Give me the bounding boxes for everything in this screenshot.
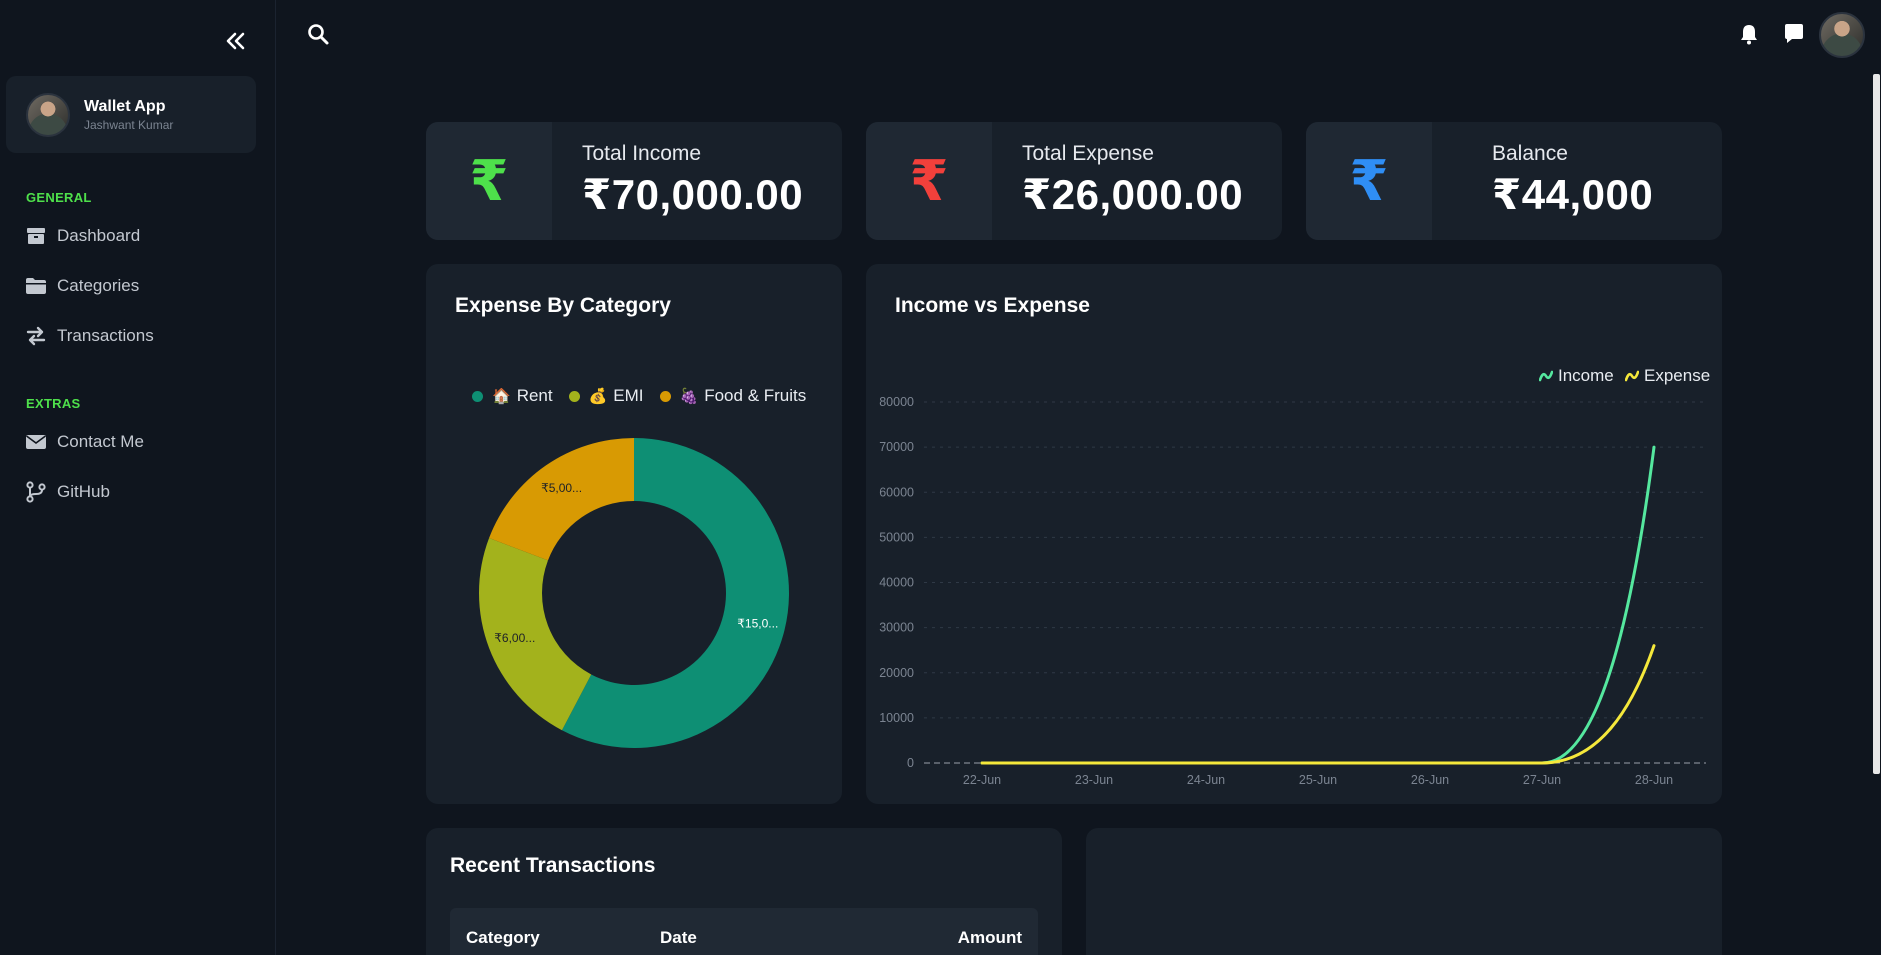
- stat-value: ₹26,000.00: [1022, 171, 1244, 218]
- user-name: Jashwant Kumar: [84, 117, 174, 132]
- rupee-icon: ₹: [1306, 122, 1432, 240]
- chat-icon[interactable]: [1782, 22, 1806, 46]
- rupee-symbol: ₹: [469, 149, 509, 212]
- donut-chart: ₹15,0... ₹6,00... ₹5,00...: [479, 438, 789, 748]
- legend-item-food[interactable]: 🍇 Food & Fruits: [659, 386, 807, 406]
- table-header: Category Date Amount: [450, 908, 1038, 955]
- legend-marker: [472, 390, 483, 402]
- sidebar-item-github[interactable]: GitHub: [24, 477, 110, 507]
- x-tick-label: 22-Jun: [963, 773, 1001, 787]
- swap-arrows-icon: [24, 325, 48, 347]
- x-tick-label: 27-Jun: [1523, 773, 1561, 787]
- app-name: Wallet App: [84, 97, 166, 115]
- collapse-sidebar-icon[interactable]: [222, 27, 250, 55]
- legend-label: EMI: [613, 386, 644, 405]
- folder-icon: [24, 275, 48, 297]
- avatar: [26, 92, 70, 137]
- stat-label: Total Expense: [1022, 142, 1154, 165]
- legend-marker: [659, 390, 671, 402]
- sidebar: Wallet App Jashwant Kumar GENERAL Dashbo…: [0, 0, 276, 955]
- pie-slice-label: ₹15,0...: [737, 617, 778, 631]
- legend-label: Food & Fruits: [704, 386, 807, 405]
- sidebar-item-categories[interactable]: Categories: [24, 271, 139, 301]
- panel-title: Recent Transactions: [450, 854, 656, 877]
- money-bag-icon: 💰: [588, 388, 608, 405]
- stat-label: Balance: [1492, 142, 1568, 165]
- rupee-symbol: ₹: [909, 149, 949, 212]
- y-tick-label: 60000: [879, 485, 914, 499]
- envelope-icon: [24, 431, 48, 453]
- sidebar-item-dashboard[interactable]: Dashboard: [24, 221, 140, 251]
- empty-panel: [1086, 828, 1722, 955]
- line-series-income[interactable]: [980, 445, 1656, 765]
- line-series-expense[interactable]: [980, 644, 1656, 765]
- sidebar-item-transactions[interactable]: Transactions: [24, 321, 154, 351]
- legend-label: Rent: [516, 386, 553, 405]
- x-tick-label: 24-Jun: [1187, 773, 1225, 787]
- x-tick-label: 28-Jun: [1635, 773, 1673, 787]
- column-header-date[interactable]: Date: [660, 928, 697, 948]
- x-tick-label: 25-Jun: [1299, 773, 1337, 787]
- x-tick-label: 26-Jun: [1411, 773, 1449, 787]
- sidebar-item-label: Categories: [57, 276, 140, 295]
- stat-card-expense: ₹ Total Expense ₹26,000.00: [866, 122, 1282, 240]
- box-icon: [24, 225, 48, 247]
- scrollbar-thumb[interactable]: [1873, 74, 1880, 774]
- code-branch-icon: [24, 481, 48, 503]
- y-tick-label: 10000: [879, 711, 914, 725]
- column-header-amount[interactable]: Amount: [958, 928, 1022, 948]
- y-tick-label: 50000: [879, 530, 914, 544]
- sidebar-item-label: Dashboard: [57, 226, 141, 245]
- x-tick-label: 23-Jun: [1075, 773, 1113, 787]
- profile-card[interactable]: Wallet App Jashwant Kumar: [6, 76, 256, 153]
- search-icon[interactable]: [306, 22, 332, 48]
- legend-item-rent[interactable]: 🏠 Rent: [472, 386, 553, 406]
- user-avatar[interactable]: [1819, 12, 1865, 58]
- section-label-extras: EXTRAS: [26, 396, 81, 411]
- y-tick-label: 0: [907, 756, 914, 770]
- house-icon: 🏠: [492, 388, 511, 405]
- grapes-icon: 🍇: [679, 388, 699, 405]
- panel-title: Expense By Category: [455, 294, 671, 317]
- stat-value: ₹44,000: [1492, 171, 1654, 218]
- rupee-icon: ₹: [426, 122, 552, 240]
- column-header-category[interactable]: Category: [466, 928, 540, 948]
- y-tick-label: 70000: [879, 440, 914, 454]
- stat-card-income: ₹ Total Income ₹70,000.00: [426, 122, 842, 240]
- sidebar-item-label: Contact Me: [57, 432, 144, 451]
- line-chart: 0 10000 20000 30000 40000 50000 60000 70000 8000…: [879, 395, 1706, 787]
- rupee-symbol: ₹: [1349, 149, 1389, 212]
- legend-marker: [568, 390, 580, 402]
- stat-label: Total Income: [582, 142, 702, 165]
- pie-slice-food-fruits[interactable]: [489, 438, 634, 561]
- y-tick-label: 20000: [879, 666, 914, 680]
- pie-legend: 🏠 Rent 💰 EMI 🍇 Food & Fruits: [472, 386, 822, 406]
- legend-item-emi[interactable]: 💰 EMI: [568, 386, 644, 406]
- y-tick-label: 30000: [879, 621, 914, 635]
- section-label-general: GENERAL: [26, 190, 92, 205]
- y-tick-label: 80000: [879, 395, 914, 409]
- stat-value: ₹70,000.00: [582, 171, 804, 218]
- sidebar-item-contact[interactable]: Contact Me: [24, 427, 144, 457]
- pie-slice-label: ₹6,00...: [494, 631, 535, 645]
- sidebar-item-label: GitHub: [57, 482, 110, 501]
- y-tick-label: 40000: [879, 576, 914, 590]
- stat-card-balance: ₹ Balance ₹44,000: [1306, 122, 1722, 240]
- pie-slice-label: ₹5,00...: [541, 481, 582, 495]
- rupee-icon: ₹: [866, 122, 992, 240]
- sidebar-item-label: Transactions: [57, 326, 154, 345]
- bell-icon[interactable]: [1737, 22, 1761, 46]
